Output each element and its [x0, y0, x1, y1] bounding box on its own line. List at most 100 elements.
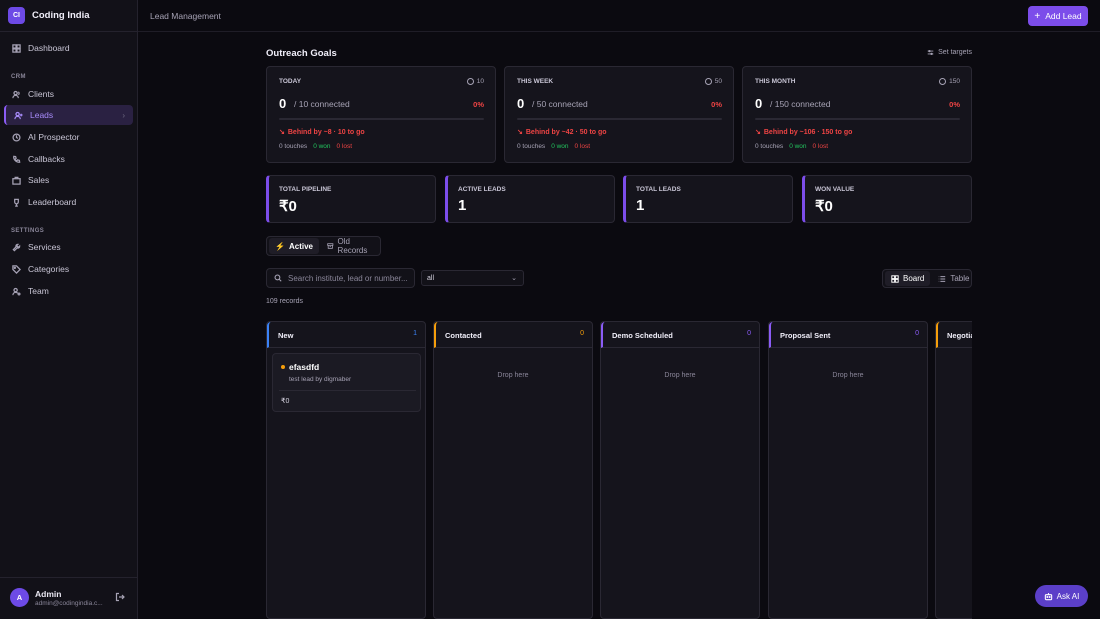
sidebar-item-label: Leads — [30, 110, 54, 120]
user-profile[interactable]: A Admin admin@codingindia.c... — [10, 588, 103, 607]
goal-behind: ↘ Behind by ~42 · 50 to go — [517, 128, 607, 137]
chevron-right-icon: › — [122, 110, 125, 120]
trend-down-icon: ↘ — [279, 129, 285, 136]
column-negotiation: Negotia — [935, 321, 972, 619]
sidebar-item-leads[interactable]: Leads › — [4, 105, 133, 125]
sidebar-item-categories[interactable]: Categories — [4, 259, 133, 279]
kpi-value: 1 — [636, 197, 645, 214]
grid-icon — [891, 274, 899, 283]
goal-card-this-week: THIS WEEK 50 0 / 50 connected 0% ↘ Behind… — [504, 66, 734, 163]
set-targets-button[interactable]: Set targets — [927, 49, 972, 56]
column-new: New 1 efasdfd test lead by digmaber ₹0 — [266, 321, 426, 619]
target-icon — [939, 78, 947, 85]
kpi-value: ₹0 — [815, 198, 833, 215]
column-count: 0 — [915, 330, 919, 337]
kpi-value: 1 — [458, 197, 467, 214]
goal-card-this-month: THIS MONTH 150 0 / 150 connected 0% ↘ Beh… — [742, 66, 972, 163]
filter-value: all — [427, 274, 435, 282]
tab-active[interactable]: ⚡ Active — [269, 238, 319, 254]
add-lead-label: Add Lead — [1045, 11, 1082, 21]
sliders-icon — [927, 49, 934, 56]
goal-label: THIS WEEK — [517, 78, 554, 85]
divider — [279, 390, 416, 391]
sidebar-item-ai-prospector[interactable]: AI Prospector — [4, 127, 133, 147]
goal-touches: 0 touches — [755, 143, 784, 150]
column-title: Negotia — [947, 331, 972, 340]
kpi-label: ACTIVE LEADS — [458, 186, 506, 193]
goal-progress-bar — [755, 118, 960, 120]
sidebar-item-dashboard[interactable]: Dashboard — [4, 38, 133, 58]
drop-zone[interactable]: Drop here — [434, 372, 592, 379]
records-count: 109 records — [266, 298, 303, 305]
archive-icon — [327, 243, 334, 249]
sidebar-item-sales[interactable]: Sales — [4, 170, 133, 190]
outreach-goals-title: Outreach Goals — [266, 48, 337, 59]
add-lead-button[interactable]: + Add Lead — [1028, 6, 1088, 26]
column-header: New 1 — [267, 322, 425, 348]
topbar: Lead Management + Add Lead — [138, 0, 1100, 32]
search-input[interactable] — [288, 273, 408, 283]
briefcase-icon — [12, 176, 21, 185]
kpi-active-leads: ACTIVE LEADS 1 — [445, 175, 615, 223]
goal-won: 0 won — [551, 143, 569, 150]
search-icon — [274, 274, 282, 282]
chevron-down-icon: ⌄ — [511, 275, 517, 282]
user-plus-icon — [14, 111, 23, 119]
board-view-button[interactable]: Board — [885, 271, 931, 286]
ask-ai-button[interactable]: Ask AI — [1035, 585, 1088, 607]
kpi-won-value: WON VALUE ₹0 — [802, 175, 972, 223]
status-dot — [281, 365, 285, 369]
drop-zone[interactable]: Drop here — [601, 372, 759, 379]
lead-card[interactable]: efasdfd test lead by digmaber ₹0 — [272, 353, 421, 412]
goal-behind-text: Behind by ~8 · 10 to go — [287, 128, 365, 136]
view-label: Board — [903, 274, 925, 283]
column-title: Demo Scheduled — [612, 331, 673, 340]
goal-behind: ↘ Behind by ~106 · 150 to go — [755, 128, 852, 137]
drop-zone[interactable]: Drop here — [769, 372, 927, 379]
sidebar-item-callbacks[interactable]: Callbacks — [4, 149, 133, 169]
sidebar-item-label: Clients — [28, 89, 54, 99]
sidebar-item-label: Team — [28, 286, 49, 296]
sidebar-item-label: Sales — [28, 175, 50, 185]
column-count: 0 — [580, 330, 584, 337]
goal-percent: 0% — [711, 100, 722, 109]
goal-percent: 0% — [949, 100, 960, 109]
sidebar-item-services[interactable]: Services — [4, 237, 133, 257]
goal-target-value: 10 — [476, 78, 484, 85]
sidebar-item-clients[interactable]: Clients — [4, 84, 133, 104]
goal-stats: 0 touches 0 won 0 lost — [517, 143, 590, 150]
brand[interactable]: CI Coding India — [8, 7, 90, 24]
goal-label: THIS MONTH — [755, 78, 796, 85]
goal-count: 0 — [755, 96, 763, 111]
grid-icon — [12, 43, 21, 53]
sidebar-item-team[interactable]: Team — [4, 281, 133, 301]
trend-down-icon: ↘ — [517, 129, 523, 136]
status-filter-select[interactable]: all ⌄ — [421, 270, 524, 286]
column-header: Negotia — [936, 322, 972, 348]
goal-lost: 0 lost — [336, 143, 353, 150]
tab-old-records[interactable]: Old Records — [321, 237, 380, 255]
goal-lost: 0 lost — [812, 143, 829, 150]
kpi-label: TOTAL LEADS — [636, 186, 681, 193]
goal-progress-bar — [279, 118, 484, 120]
sidebar-item-leaderboard[interactable]: Leaderboard — [4, 192, 133, 212]
table-view-button[interactable]: Table — [932, 271, 975, 286]
column-demo-scheduled: Demo Scheduled 0 Drop here — [600, 321, 760, 619]
column-header: Contacted 0 — [434, 322, 592, 348]
breadcrumb: Lead Management — [150, 11, 221, 21]
goal-of: / 50 connected — [532, 99, 588, 109]
logout-icon[interactable] — [115, 592, 125, 602]
lead-name: efasdfd — [289, 362, 320, 372]
goal-touches: 0 touches — [517, 143, 546, 150]
kpi-value: ₹0 — [279, 198, 297, 215]
sidebar-item-label: Dashboard — [28, 43, 70, 53]
column-count: 1 — [413, 330, 417, 337]
tag-icon — [12, 264, 21, 274]
goal-target-value: 150 — [949, 78, 960, 85]
goal-touches: 0 touches — [279, 143, 308, 150]
goal-stats: 0 touches 0 won 0 lost — [755, 143, 828, 150]
sidebar-item-label: Services — [28, 242, 61, 252]
goal-target: 50 — [704, 78, 722, 85]
goal-won: 0 won — [789, 143, 807, 150]
zap-icon: ⚡ — [275, 241, 285, 251]
